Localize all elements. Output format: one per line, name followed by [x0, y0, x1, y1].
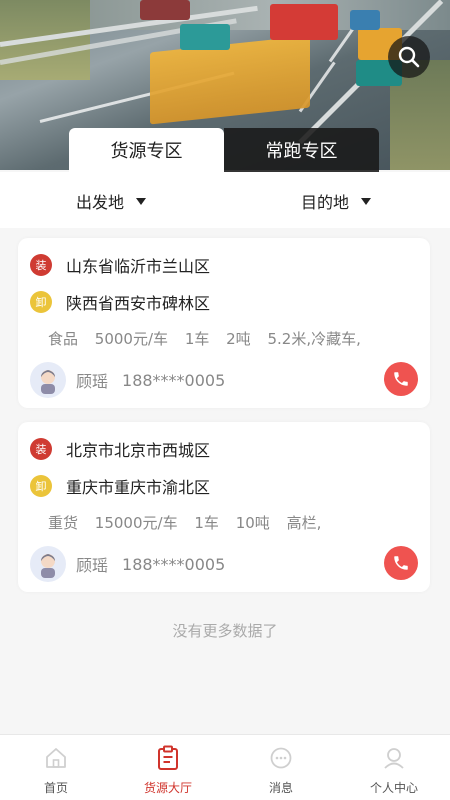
vehicle-spec: 高栏,	[286, 514, 322, 532]
load-badge: 装	[30, 438, 52, 460]
tab-cargo-zone[interactable]: 货源专区	[69, 128, 224, 172]
contact-name: 顾瑶	[76, 556, 109, 575]
nav-profile-label: 个人中心	[369, 781, 418, 795]
cargo-weight: 10吨	[235, 514, 270, 532]
user-avatar-icon	[41, 370, 55, 394]
nav-profile[interactable]: 个人中心	[338, 735, 450, 800]
contact-row: 顾瑶 188****0005	[30, 362, 225, 398]
caret-down-icon	[361, 197, 372, 205]
origin-address: 山东省临沂市兰山区	[66, 257, 211, 276]
filter-bar: 出发地 目的地	[0, 172, 450, 228]
destination-address: 陕西省西安市碑林区	[66, 294, 211, 313]
bottom-nav: 首页 货源大厅 消息 个人中心	[0, 734, 450, 800]
origin-filter[interactable]: 出发地	[76, 189, 147, 213]
tab-frequent-routes-label: 常跑专区	[265, 141, 338, 162]
destination-filter[interactable]: 目的地	[301, 189, 372, 213]
destination-row: 卸 重庆市重庆市渝北区	[30, 474, 210, 498]
origin-address: 北京市北京市西城区	[66, 441, 211, 460]
no-more-data-message: 没有更多数据了	[172, 622, 278, 640]
nav-cargo-hall-label: 货源大厅	[143, 781, 192, 795]
caret-down-icon	[136, 197, 147, 205]
origin-filter-label: 出发地	[76, 193, 125, 212]
contact-phone: 188****0005	[122, 554, 226, 574]
cargo-weight: 2吨	[226, 330, 251, 348]
cargo-details: 食品 5000元/车 1车 2吨 5.2米,冷藏车,	[48, 328, 373, 349]
call-button[interactable]	[384, 362, 418, 396]
call-button[interactable]	[384, 546, 418, 580]
tab-frequent-routes[interactable]: 常跑专区	[224, 128, 379, 172]
unload-badge: 卸	[30, 291, 52, 313]
home-icon	[46, 748, 66, 768]
load-badge: 装	[30, 254, 52, 276]
phone-icon	[394, 556, 408, 570]
cargo-card[interactable]: 装 北京市北京市西城区 卸 重庆市重庆市渝北区 重货 15000元/车 1车 1…	[18, 422, 430, 592]
unload-badge: 卸	[30, 475, 52, 497]
avatar	[30, 546, 66, 582]
cargo-price: 15000元/车	[94, 514, 178, 532]
origin-row: 装 北京市北京市西城区	[30, 437, 210, 461]
cargo-type: 重货	[48, 514, 79, 532]
cargo-details: 重货 15000元/车 1车 10吨 高栏,	[48, 512, 333, 533]
destination-address: 重庆市重庆市渝北区	[66, 478, 211, 497]
nav-messages-label: 消息	[268, 781, 293, 795]
nav-home-label: 首页	[43, 781, 68, 795]
nav-home[interactable]: 首页	[0, 735, 112, 800]
nav-cargo-hall[interactable]: 货源大厅	[112, 735, 224, 800]
destination-filter-label: 目的地	[301, 193, 350, 212]
truck-count: 1车	[194, 514, 219, 532]
origin-row: 装 山东省临沂市兰山区	[30, 253, 210, 277]
tab-cargo-zone-label: 货源专区	[110, 141, 183, 162]
user-icon	[384, 748, 404, 769]
search-button[interactable]	[388, 36, 430, 78]
contact-name: 顾瑶	[76, 372, 109, 391]
cargo-type: 食品	[48, 330, 79, 348]
truck-count: 1车	[184, 330, 210, 348]
destination-row: 卸 陕西省西安市碑林区	[30, 290, 210, 314]
vehicle-spec: 5.2米,冷藏车,	[267, 330, 361, 348]
nav-messages[interactable]: 消息	[225, 735, 337, 800]
zone-tabs: 货源专区 常跑专区	[0, 128, 450, 172]
cargo-card[interactable]: 装 山东省临沂市兰山区 卸 陕西省西安市碑林区 食品 5000元/车 1车 2吨…	[18, 238, 430, 408]
search-icon	[398, 46, 420, 68]
clipboard-icon	[158, 745, 178, 770]
message-icon	[270, 747, 292, 769]
contact-phone: 188****0005	[122, 370, 226, 390]
cargo-price: 5000元/车	[94, 330, 169, 348]
avatar	[30, 362, 66, 398]
phone-icon	[394, 372, 408, 386]
user-avatar-icon	[41, 554, 55, 578]
contact-row: 顾瑶 188****0005	[30, 546, 225, 582]
